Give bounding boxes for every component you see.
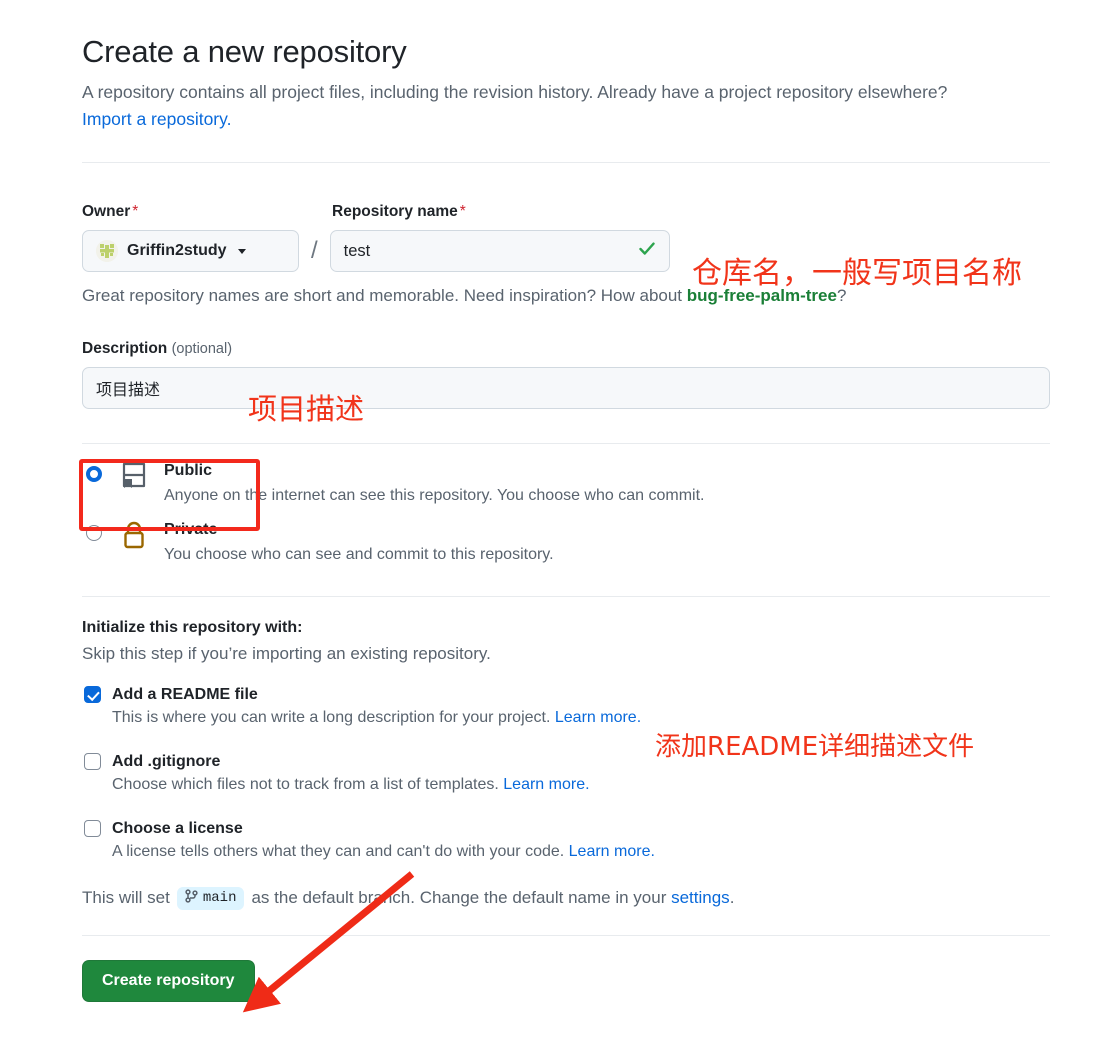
settings-link[interactable]: settings [671, 888, 730, 908]
gitignore-learn-more-link[interactable]: Learn more. [503, 776, 589, 793]
radio-private[interactable] [86, 524, 102, 541]
license-learn-more-link[interactable]: Learn more. [569, 843, 655, 860]
import-repository-link[interactable]: Import a repository. [82, 109, 231, 129]
option-add-gitignore-description: Choose which files not to track from a l… [112, 775, 590, 793]
description-value: 项目描述 [96, 382, 161, 399]
checkbox-add-readme[interactable] [84, 686, 101, 704]
initialize-title: Initialize this repository with: [82, 618, 303, 636]
page-subtitle: A repository contains all project files,… [82, 79, 1050, 133]
check-icon [637, 239, 657, 264]
create-repository-page: Create a new repository A repository con… [0, 0, 1116, 1053]
radio-public[interactable] [86, 466, 102, 482]
suggested-name[interactable]: bug-free-palm-tree [687, 286, 837, 305]
identicon-avatar [96, 240, 118, 262]
option-choose-license-description: A license tells others what they can and… [112, 842, 655, 860]
hint-prefix: Great repository names are short and mem… [82, 286, 687, 305]
checkbox-choose-license[interactable] [84, 820, 101, 838]
initialize-options: Add a README file This is where you can … [82, 686, 1050, 861]
field-labels-row: Owner * Repository name * [82, 203, 1050, 221]
visibility-option-private[interactable]: Private You choose who can see and commi… [82, 513, 1050, 572]
option-add-readme-label[interactable]: Add a README file [112, 686, 258, 704]
repo-name-required-mark: * [459, 203, 466, 220]
option-add-gitignore-label[interactable]: Add .gitignore [112, 753, 220, 771]
repository-name-value: test [343, 241, 371, 260]
owner-required-mark: * [132, 203, 139, 220]
option-choose-license-label[interactable]: Choose a license [112, 820, 243, 838]
option-add-readme: Add a README file This is where you can … [82, 686, 1050, 727]
book-icon [120, 461, 160, 496]
hint-suffix: ? [836, 286, 847, 305]
option-add-gitignore: Add .gitignore Choose which files not to… [82, 753, 1050, 794]
git-branch-icon [185, 889, 198, 908]
owner-name-separator: / [311, 237, 318, 264]
repository-name-label: Repository name * [332, 203, 466, 220]
visibility-private-text: Private You choose who can see and commi… [164, 519, 554, 566]
divider-visibility [82, 443, 1050, 444]
repository-name-input[interactable]: test [329, 230, 670, 272]
option-add-readme-description: This is where you can write a long descr… [112, 708, 642, 726]
default-branch-note: This will set main as the default branch… [82, 886, 1050, 910]
page-title: Create a new repository [82, 34, 407, 69]
default-branch-prefix: This will set [82, 888, 170, 908]
visibility-private-description: You choose who can see and commit to thi… [164, 545, 554, 563]
visibility-public-text: Public Anyone on the internet can see th… [164, 460, 704, 507]
option-choose-license: Choose a license A license tells others … [82, 820, 1050, 861]
owner-select-button[interactable]: Griffin2study [82, 230, 299, 272]
description-optional-tag: (optional) [171, 341, 233, 357]
visibility-option-public[interactable]: Public Anyone on the internet can see th… [82, 454, 1050, 513]
default-branch-middle: as the default branch. Change the defaul… [251, 888, 667, 908]
visibility-public-description: Anyone on the internet can see this repo… [164, 486, 705, 504]
owner-and-name-row: Griffin2study / test [82, 230, 1050, 272]
create-repository-button[interactable]: Create repository [82, 959, 255, 1002]
lock-icon [120, 520, 160, 557]
readme-learn-more-link[interactable]: Learn more. [555, 709, 641, 726]
initialize-subtitle: Skip this step if you’re importing an ex… [82, 643, 491, 663]
checkbox-add-gitignore[interactable] [84, 753, 101, 771]
default-branch-name: main [202, 890, 237, 907]
owner-name-text: Griffin2study [127, 242, 227, 259]
visibility-private-name: Private [164, 520, 218, 538]
divider-initialize [82, 595, 1050, 597]
repository-name-hint: Great repository names are short and mem… [82, 286, 1050, 306]
description-input[interactable]: 项目描述 [82, 367, 1050, 409]
description-label: Description (optional) [82, 340, 233, 357]
chevron-down-icon [237, 248, 246, 254]
divider-submit [82, 934, 1050, 936]
default-branch-period: . [729, 888, 735, 908]
default-branch-badge: main [176, 886, 245, 910]
owner-label: Owner * [82, 203, 139, 220]
divider-top [82, 162, 1050, 163]
visibility-options: Public Anyone on the internet can see th… [82, 454, 1050, 572]
visibility-public-name: Public [164, 462, 213, 479]
page-subtitle-text: A repository contains all project files,… [82, 81, 948, 102]
